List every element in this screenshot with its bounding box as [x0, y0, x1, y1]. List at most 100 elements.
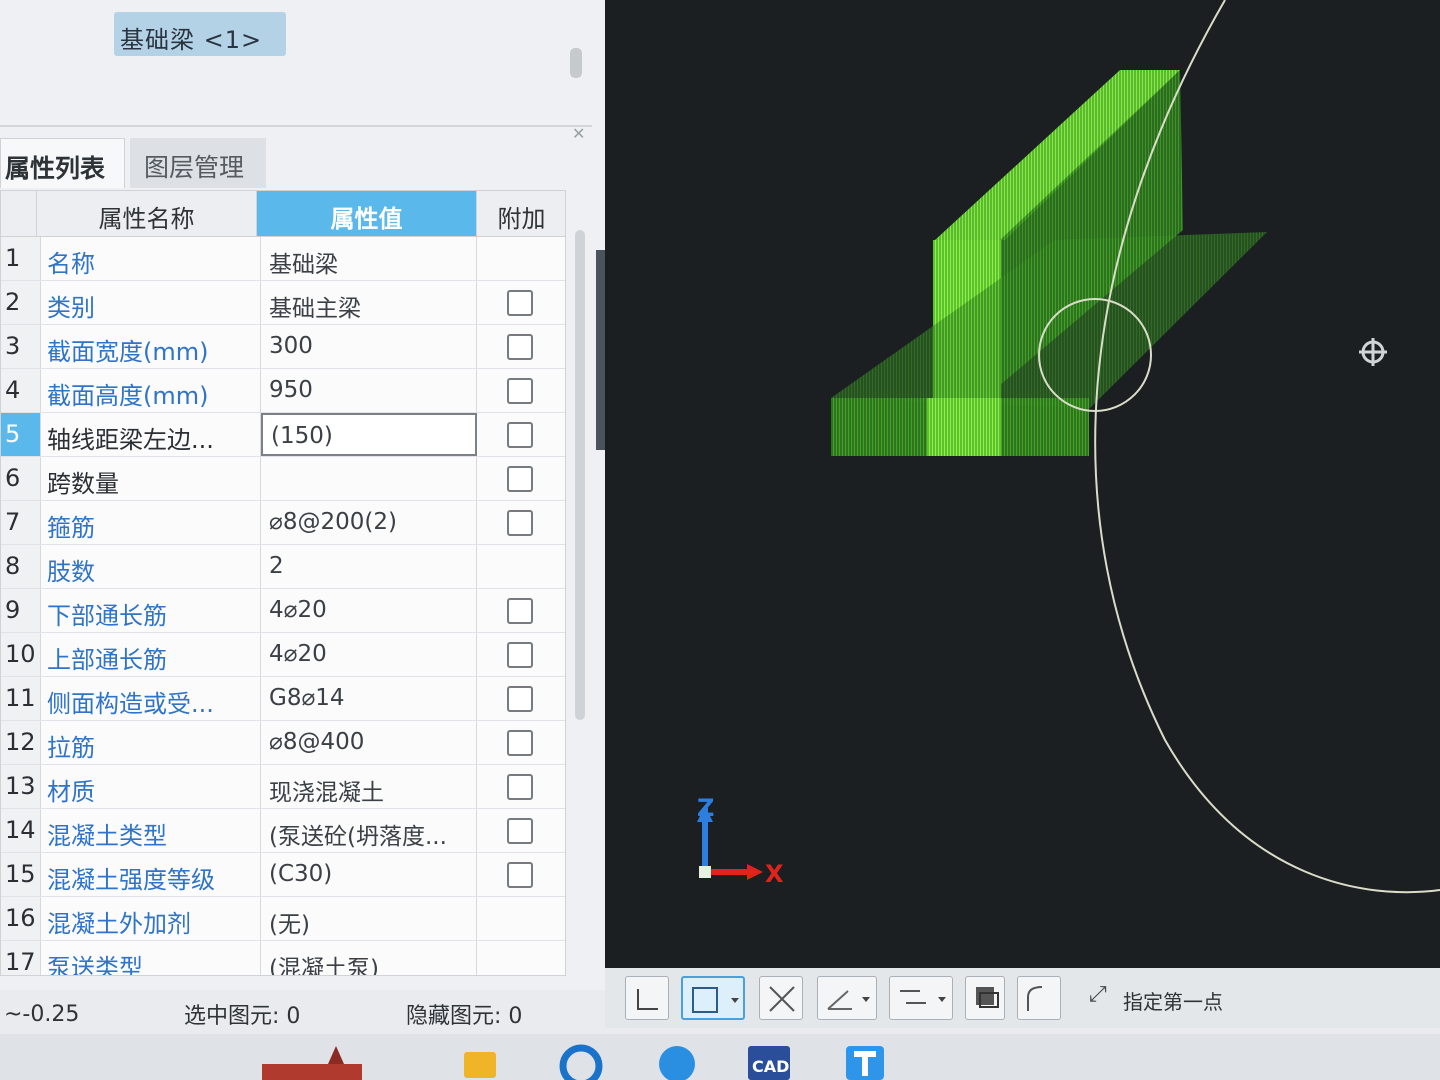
tab-layer-management[interactable]: 图层管理 — [130, 138, 266, 188]
row-number: 5 — [1, 413, 41, 456]
offset-tool-button[interactable] — [889, 976, 953, 1020]
property-value[interactable]: ⌀8@400 — [261, 721, 477, 764]
grid-scrollbar[interactable] — [575, 230, 585, 720]
panel-scrollbar[interactable] — [570, 48, 582, 78]
cad-app-icon[interactable]: CAD — [746, 1042, 792, 1080]
property-name: 轴线距梁左边... — [41, 413, 261, 456]
file-explorer-icon[interactable] — [460, 1042, 500, 1080]
table-row[interactable]: 7 箍筋 ⌀8@200(2) — [1, 501, 565, 545]
row-number: 15 — [1, 853, 41, 896]
property-value[interactable]: 2 — [261, 545, 477, 588]
table-row[interactable]: 1 名称 基础梁 — [1, 237, 565, 281]
app-t-icon[interactable] — [842, 1042, 888, 1080]
extra-cell — [477, 677, 565, 720]
extra-checkbox[interactable] — [507, 466, 533, 492]
property-name: 下部通长筋 — [41, 589, 261, 632]
header-extra[interactable]: 附加 — [477, 191, 565, 237]
rectangle-icon — [692, 987, 739, 1013]
table-row[interactable]: 2 类别 基础主梁 — [1, 281, 565, 325]
command-hint: 指定第一点 — [1123, 990, 1223, 1014]
extra-checkbox[interactable] — [507, 378, 533, 404]
extra-cell — [477, 237, 565, 280]
extra-checkbox[interactable] — [507, 422, 533, 448]
table-row[interactable]: 13 材质 现浇混凝土 — [1, 765, 565, 809]
axis-z-label: Z — [697, 794, 714, 822]
property-value[interactable]: 基础梁 — [261, 237, 477, 280]
layer-icon — [976, 987, 999, 1008]
row-number: 4 — [1, 369, 41, 412]
property-value[interactable]: ⌀8@200(2) — [261, 501, 477, 544]
extra-cell — [477, 589, 565, 632]
table-row[interactable]: 3 截面宽度(mm) 300 — [1, 325, 565, 369]
row-number: 3 — [1, 325, 41, 368]
extra-checkbox[interactable] — [507, 686, 533, 712]
header-property-value[interactable]: 属性值 — [257, 191, 477, 237]
header-property-name[interactable]: 属性名称 — [37, 191, 257, 237]
extra-checkbox[interactable] — [507, 862, 533, 888]
resize-arrow-icon: ⤢ — [1089, 982, 1107, 1007]
point-tool-button[interactable] — [625, 976, 669, 1020]
property-name: 泵送类型 — [41, 941, 261, 975]
taskbar: CAD — [0, 1034, 1440, 1080]
property-value[interactable]: 300 — [261, 325, 477, 368]
angle-tool-button[interactable] — [817, 976, 877, 1020]
browser-icon[interactable] — [558, 1042, 604, 1080]
extra-checkbox[interactable] — [507, 598, 533, 624]
layer-tool-button[interactable] — [965, 976, 1005, 1020]
property-value[interactable]: (泵送砼(坍落度... — [261, 809, 477, 852]
property-value-editor[interactable]: (150) — [261, 413, 477, 456]
table-row[interactable]: 15 混凝土强度等级 (C30) — [1, 853, 565, 897]
property-value[interactable]: 950 — [261, 369, 477, 412]
property-name: 混凝土外加剂 — [41, 897, 261, 940]
arc-icon — [1027, 986, 1043, 1011]
extra-checkbox[interactable] — [507, 334, 533, 360]
axis-x-label: X — [765, 860, 784, 888]
offset-icon — [900, 990, 946, 1004]
extra-cell — [477, 897, 565, 940]
table-row[interactable]: 12 拉筋 ⌀8@400 — [1, 721, 565, 765]
property-value[interactable]: (C30) — [261, 853, 477, 896]
property-name: 上部通长筋 — [41, 633, 261, 676]
extra-checkbox[interactable] — [507, 290, 533, 316]
arc-tool-button[interactable] — [1017, 976, 1061, 1020]
property-value[interactable]: (混凝土泵) — [261, 941, 477, 975]
viewport-canvas: Z X — [697, 0, 1440, 894]
extra-checkbox[interactable] — [507, 510, 533, 536]
property-value[interactable]: G8⌀14 — [261, 677, 477, 720]
cross-tool-button[interactable] — [759, 976, 803, 1020]
extra-cell — [477, 501, 565, 544]
table-row[interactable]: 10 上部通长筋 4⌀20 — [1, 633, 565, 677]
table-row[interactable]: 9 下部通长筋 4⌀20 — [1, 589, 565, 633]
extra-cell — [477, 809, 565, 852]
table-row[interactable]: 8 肢数 2 — [1, 545, 565, 589]
table-row[interactable]: 14 混凝土类型 (泵送砼(坍落度... — [1, 809, 565, 853]
row-number: 7 — [1, 501, 41, 544]
extra-checkbox[interactable] — [507, 818, 533, 844]
property-value[interactable]: 4⌀20 — [261, 589, 477, 632]
extra-checkbox[interactable] — [507, 642, 533, 668]
table-row[interactable]: 11 侧面构造或受... G8⌀14 — [1, 677, 565, 721]
extra-checkbox[interactable] — [507, 730, 533, 756]
app-s-icon[interactable] — [654, 1042, 700, 1080]
property-value[interactable] — [261, 457, 477, 500]
foundation-beam-model[interactable] — [831, 70, 1267, 456]
extra-checkbox[interactable] — [507, 774, 533, 800]
table-row[interactable]: 4 截面高度(mm) 950 — [1, 369, 565, 413]
3d-viewport[interactable]: Z X — [605, 0, 1440, 968]
row-number: 9 — [1, 589, 41, 632]
table-row-selected[interactable]: 5 轴线距梁左边... (150) — [1, 413, 565, 457]
table-row[interactable]: 16 混凝土外加剂 (无) — [1, 897, 565, 941]
table-row[interactable]: 6 跨数量 — [1, 457, 565, 501]
table-row[interactable]: 17 泵送类型 (混凝土泵) — [1, 941, 565, 975]
rectangle-tool-button[interactable] — [681, 976, 745, 1020]
extra-cell — [477, 633, 565, 676]
row-number: 10 — [1, 633, 41, 676]
property-value[interactable]: 现浇混凝土 — [261, 765, 477, 808]
property-value[interactable]: 4⌀20 — [261, 633, 477, 676]
tab-property-list[interactable]: 属性列表 — [0, 138, 125, 188]
property-value[interactable]: 基础主梁 — [261, 281, 477, 324]
property-value[interactable]: (无) — [261, 897, 477, 940]
element-selector[interactable]: 基础梁 <1> — [114, 12, 286, 56]
row-number: 16 — [1, 897, 41, 940]
extra-cell — [477, 457, 565, 500]
